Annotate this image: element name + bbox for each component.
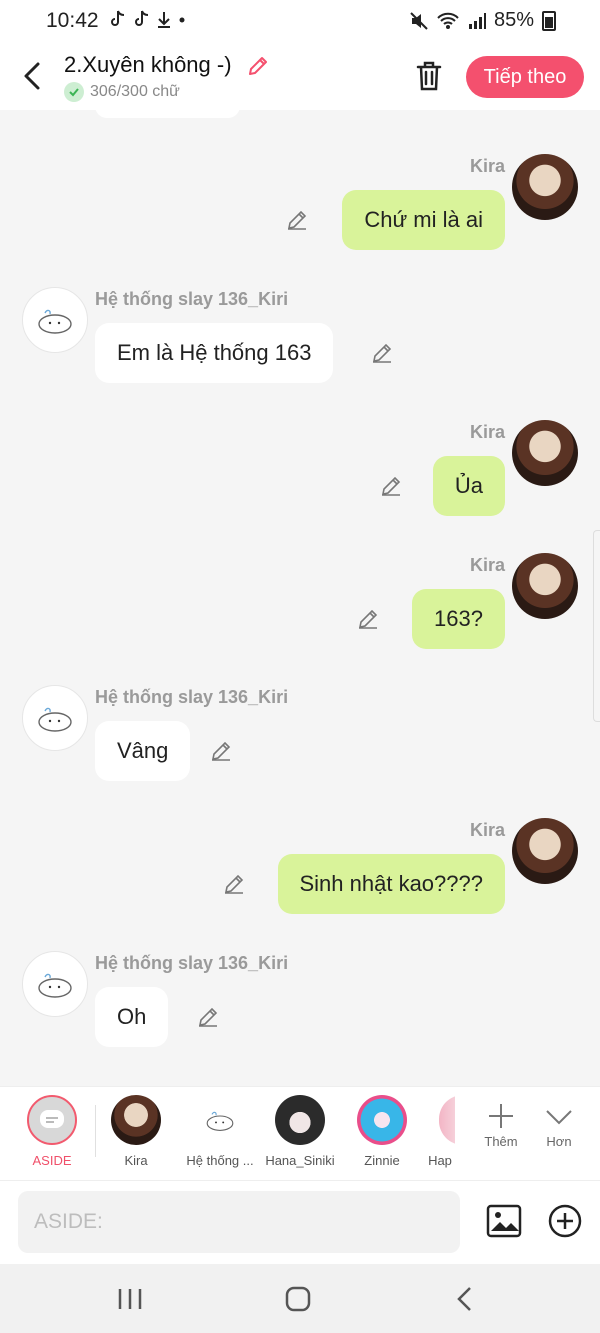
- sender-name: Hệ thống slay 136_Kiri: [95, 687, 289, 707]
- add-label: Thêm: [484, 1134, 518, 1149]
- partial-bubble: [95, 110, 240, 118]
- pencil-icon[interactable]: [356, 607, 380, 631]
- character-name: Hap: [428, 1153, 452, 1168]
- word-count: 306/300 chữ: [64, 82, 180, 102]
- page-title: 2.Xuyên không -): [64, 52, 232, 77]
- tiktok-icon: [111, 10, 125, 26]
- notification-icons: [108, 10, 186, 30]
- sender-name: Hệ thống slay 136_Kiri: [95, 289, 289, 309]
- character-hana[interactable]: Hana_Siniki: [263, 1095, 337, 1168]
- character-hap[interactable]: Hap: [425, 1095, 455, 1168]
- pencil-icon[interactable]: [209, 739, 233, 763]
- pencil-icon[interactable]: [196, 1005, 220, 1029]
- pencil-icon[interactable]: [246, 54, 270, 78]
- recent-apps-icon[interactable]: [112, 1282, 148, 1316]
- image-icon[interactable]: [486, 1203, 522, 1239]
- message-bubble[interactable]: Chứ mi là ai: [342, 190, 505, 250]
- story-header: 2.Xuyên không -) 306/300 chữ Tiếp theo: [0, 44, 600, 110]
- back-icon[interactable]: [18, 58, 48, 94]
- sender-name: Hệ thống slay 136_Kiri: [95, 953, 289, 973]
- avatar[interactable]: [512, 818, 578, 884]
- pencil-icon[interactable]: [285, 208, 309, 232]
- character-name: Zinnie: [364, 1153, 400, 1168]
- sender-name: Kira: [469, 422, 505, 442]
- avatar: [195, 1095, 245, 1145]
- avatar: [111, 1095, 161, 1145]
- avatar: [275, 1095, 325, 1145]
- avatar: [357, 1095, 407, 1145]
- message-bubble[interactable]: 163?: [412, 589, 505, 649]
- mute-icon: [410, 11, 428, 30]
- wifi-icon: [437, 12, 459, 29]
- character-kira[interactable]: Kira: [100, 1095, 172, 1168]
- home-icon[interactable]: [280, 1282, 316, 1316]
- character-name: Kira: [124, 1153, 148, 1168]
- chevron-down-icon: [546, 1110, 572, 1125]
- sender-name: Kira: [469, 156, 505, 176]
- pencil-icon[interactable]: [222, 872, 246, 896]
- blob-icon: [38, 309, 72, 334]
- character-name: Hana_Siniki: [265, 1153, 335, 1168]
- aside-label: ASIDE: [32, 1153, 72, 1168]
- signal-icon: [468, 12, 486, 29]
- battery-icon: [542, 10, 556, 31]
- message-bubble[interactable]: Oh: [95, 987, 169, 1047]
- avatar: [439, 1095, 455, 1145]
- aside-icon: [27, 1095, 77, 1145]
- character-he-thong[interactable]: Hệ thống ...: [178, 1095, 262, 1168]
- message-bubble[interactable]: Vâng: [95, 721, 191, 781]
- system-nav-bar: [0, 1264, 600, 1333]
- more-button[interactable]: Hơn: [530, 1101, 588, 1149]
- dot-icon: [179, 17, 185, 23]
- status-bar: 10:42 85%: [0, 0, 600, 44]
- battery-percent: 85%: [493, 9, 534, 31]
- character-zinnie[interactable]: Zinnie: [348, 1095, 416, 1168]
- nav-back-icon[interactable]: [448, 1282, 484, 1316]
- download-icon: [158, 12, 170, 28]
- avatar[interactable]: [512, 553, 578, 619]
- more-label: Hơn: [546, 1134, 572, 1149]
- input-bar: [0, 1180, 600, 1265]
- aside-input[interactable]: [18, 1191, 460, 1253]
- blob-icon: [38, 707, 72, 732]
- divider: [95, 1105, 96, 1157]
- avatar[interactable]: [22, 287, 88, 353]
- scroll-indicator[interactable]: [593, 530, 600, 722]
- aside-selector[interactable]: ASIDE: [14, 1095, 90, 1168]
- status-time: 10:42: [46, 9, 99, 32]
- system-icons: 85%: [410, 9, 556, 32]
- trash-icon[interactable]: [414, 60, 444, 92]
- pencil-icon[interactable]: [370, 341, 394, 365]
- character-bar: ASIDE Kira Hệ thống ... Hana_Siniki Zinn…: [0, 1086, 600, 1181]
- plus-icon: [489, 1104, 513, 1128]
- plus-circle-icon[interactable]: [547, 1203, 583, 1239]
- blob-icon: [38, 973, 72, 998]
- sender-name: Kira: [469, 555, 505, 575]
- avatar[interactable]: [512, 420, 578, 486]
- next-button[interactable]: Tiếp theo: [466, 56, 584, 98]
- avatar[interactable]: [512, 154, 578, 220]
- message-bubble[interactable]: Sinh nhật kao????: [277, 854, 505, 914]
- word-count-text: 306/300 chữ: [90, 83, 180, 100]
- tiktok-icon: [135, 10, 149, 26]
- avatar[interactable]: [22, 951, 88, 1017]
- sender-name: Kira: [469, 820, 505, 840]
- avatar[interactable]: [22, 685, 88, 751]
- message-bubble[interactable]: Ủa: [432, 456, 505, 516]
- pencil-icon[interactable]: [379, 474, 403, 498]
- message-bubble[interactable]: Em là Hệ thống 163: [95, 323, 334, 383]
- character-name: Hệ thống ...: [186, 1153, 254, 1168]
- chat-area[interactable]: Kira Chứ mi là ai Hệ thống slay 136_Kiri…: [0, 110, 600, 1086]
- check-icon: [64, 82, 84, 102]
- add-character-button[interactable]: Thêm: [470, 1101, 532, 1149]
